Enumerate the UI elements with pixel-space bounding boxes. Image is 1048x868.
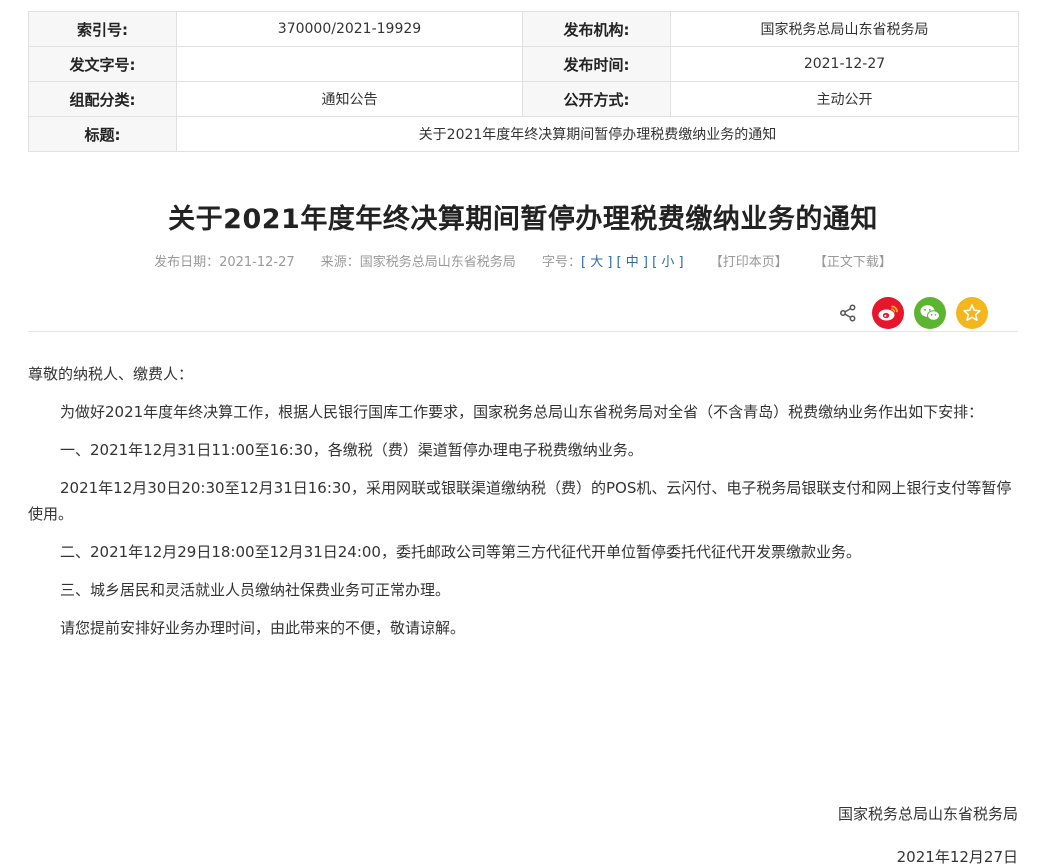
paragraph: 一、2021年12月31日11:00至16:30，各缴税（费）渠道暂停办理电子税…: [60, 441, 643, 459]
title-value: 关于2021年度年终决算期间暂停办理税费缴纳业务的通知: [176, 116, 1019, 152]
article-source: 来源：国家税务总局山东省税务局: [320, 255, 516, 270]
favorite-icon[interactable]: [956, 297, 988, 329]
paragraph: 二、2021年12月29日18:00至12月31日24:00，委托邮政公司等第三…: [60, 543, 861, 561]
metadata-row: 索引号: 370000/2021-19929 发布机构: 国家税务总局山东省税务…: [28, 11, 1019, 47]
divider: [28, 331, 1018, 332]
category-label: 组配分类:: [28, 81, 177, 117]
pubtime-value: 2021-12-27: [670, 46, 1019, 82]
paragraph: 为做好2021年度年终决算工作，根据人民银行国库工作要求，国家税务总局山东省税务…: [60, 403, 984, 421]
openmode-value: 主动公开: [670, 81, 1019, 117]
publisher-value: 国家税务总局山东省税务局: [670, 11, 1019, 47]
share-toolbar: [834, 296, 988, 330]
publisher-label: 发布机构:: [522, 11, 671, 47]
font-size-switcher: 字号：[ 大 ] [ 中 ] [ 小 ]: [542, 251, 684, 270]
font-size-medium-link[interactable]: 中: [626, 255, 639, 270]
pubtime-label: 发布时间:: [522, 46, 671, 82]
font-size-small-link[interactable]: 小: [661, 255, 674, 270]
publish-date: 发布日期：2021-12-27: [154, 255, 295, 270]
bracket: ]: [678, 255, 684, 270]
article-title: 关于2021年度年终决算期间暂停办理税费缴纳业务的通知: [168, 204, 878, 235]
print-page-link[interactable]: 【打印本页】: [710, 251, 788, 270]
bracket: ] [: [607, 255, 622, 270]
metadata-row: 标题: 关于2021年度年终决算期间暂停办理税费缴纳业务的通知: [28, 116, 1019, 152]
bracket: ] [: [642, 255, 658, 270]
paragraph: 三、城乡居民和灵活就业人员缴纳社保费业务可正常办理。: [60, 581, 451, 599]
page: 索引号: 370000/2021-19929 发布机构: 国家税务总局山东省税务…: [28, 11, 1019, 866]
metadata-table: 索引号: 370000/2021-19929 发布机构: 国家税务总局山东省税务…: [28, 11, 1019, 152]
font-size-large-link[interactable]: 大: [590, 255, 603, 270]
index-label: 索引号:: [28, 11, 177, 47]
metadata-row: 发文字号: 发布时间: 2021-12-27: [28, 46, 1019, 82]
weibo-icon[interactable]: [872, 297, 904, 329]
category-value: 通知公告: [176, 81, 523, 117]
signature: 国家税务总局山东省税务局: [837, 805, 1018, 823]
share-icon[interactable]: [834, 299, 862, 327]
title-label: 标题:: [28, 116, 177, 152]
paragraph: 请您提前安排好业务办理时间，由此带来的不便，敬请谅解。: [60, 619, 466, 637]
salutation: 尊敬的纳税人、缴费人：: [28, 365, 194, 383]
metadata-row: 组配分类: 通知公告 公开方式: 主动公开: [28, 81, 1019, 117]
paragraph: 2021年12月30日20:30至12月31日16:30，采用网联或银联渠道缴纳…: [28, 479, 1012, 523]
index-value: 370000/2021-19929: [176, 11, 523, 47]
article-info-bar: 发布日期：2021-12-27 来源：国家税务总局山东省税务局 字号：[ 大 ]…: [28, 251, 1018, 270]
article-body: 尊敬的纳税人、缴费人： 为做好2021年度年终决算工作，根据人民银行国库工作要求…: [28, 361, 1018, 653]
wechat-icon[interactable]: [914, 297, 946, 329]
font-size-label: 字号：: [541, 255, 581, 270]
download-text-link[interactable]: 【正文下载】: [814, 251, 892, 270]
docno-value: [176, 46, 523, 82]
openmode-label: 公开方式:: [522, 81, 671, 117]
bracket: [: [580, 255, 587, 270]
docno-label: 发文字号:: [28, 46, 177, 82]
